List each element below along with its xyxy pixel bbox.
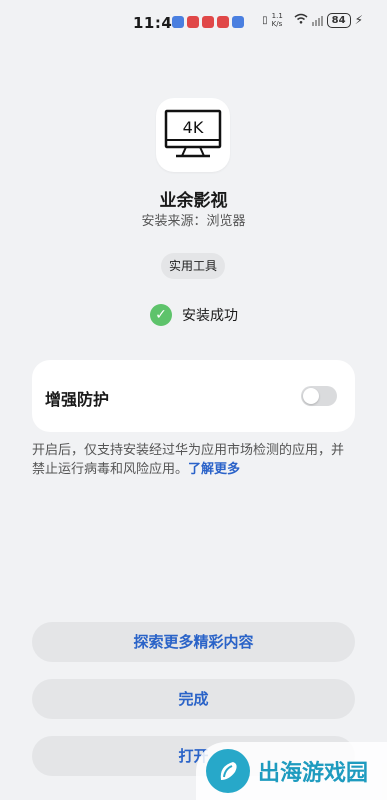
- protection-toggle[interactable]: [301, 386, 337, 406]
- network-speed: 1.1 K/s: [271, 12, 283, 28]
- toggle-knob: [303, 388, 319, 404]
- watermark-text: 出海游戏园: [258, 761, 369, 786]
- status-bar: 11:49 ▯ 1.1 K/s 84 ⚡: [0, 0, 387, 44]
- charging-icon: ⚡: [354, 13, 363, 27]
- battery-icon: 84: [326, 12, 351, 28]
- install-status-label: 安装成功: [182, 308, 238, 324]
- protection-title: 增强防护: [45, 390, 110, 409]
- protection-description: 开启后，仅支持安装经过华为应用市场检测的应用，并禁止运行病毒和风险应用。了解更多: [32, 441, 350, 479]
- vibrate-icon: ▯: [262, 14, 268, 26]
- status-icons: ▯ 1.1 K/s 84 ⚡: [262, 12, 363, 28]
- notification-icon-5: [232, 16, 244, 28]
- notification-icon-1: [172, 16, 184, 28]
- watermark: 出海游戏园: [196, 742, 387, 800]
- notification-icon-3: [202, 16, 214, 28]
- protection-card: 增强防护: [32, 360, 355, 432]
- category-tag: 实用工具: [161, 253, 225, 279]
- tv-4k-icon: 4K: [164, 109, 222, 158]
- checkmark-icon: ✓: [150, 304, 172, 326]
- tv-icon-label: 4K: [183, 118, 204, 137]
- app-name: 业余影视: [159, 191, 228, 211]
- explore-button[interactable]: 探索更多精彩内容: [32, 622, 355, 662]
- signal-icon: [311, 14, 323, 26]
- notification-icon-4: [217, 16, 229, 28]
- app-icon: 4K: [156, 98, 230, 172]
- learn-more-link[interactable]: 了解更多: [188, 462, 240, 477]
- install-source: 安装来源：浏览器: [141, 214, 246, 229]
- install-status: ✓ 安装成功: [150, 304, 238, 326]
- wifi-icon: [294, 13, 308, 27]
- notification-icon-2: [187, 16, 199, 28]
- done-button[interactable]: 完成: [32, 679, 355, 719]
- watermark-logo-icon: [206, 749, 250, 793]
